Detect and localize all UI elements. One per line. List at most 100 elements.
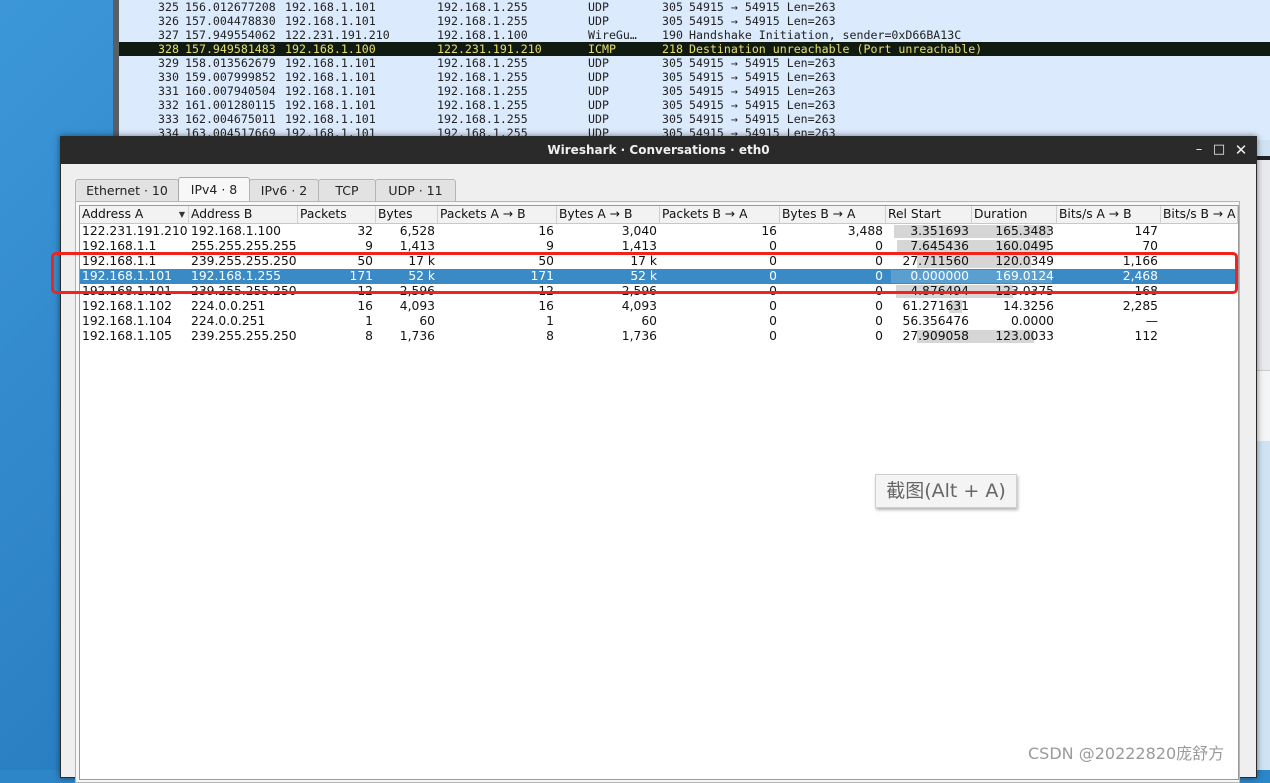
cell-addr-b: 239.255.255.250: [189, 254, 298, 269]
packet-row[interactable]: 332 161.001280115 192.168.1.101 192.168.1.2…: [119, 98, 1270, 112]
table-row[interactable]: 192.168.1.104 224.0.0.251 1 60 1 60 0 0 56.35647…: [80, 314, 1238, 329]
packet-row[interactable]: 329 158.013562679 192.168.1.101 192.168.1.2…: [119, 56, 1270, 70]
tab-tcp[interactable]: TCP: [318, 179, 376, 202]
packet-row[interactable]: 333 162.004675011 192.168.1.101 192.168.1.2…: [119, 112, 1270, 126]
cell-bytes-ab: 1,736: [557, 329, 660, 344]
column-header-bps-ba[interactable]: Bits/s B → A: [1161, 206, 1238, 223]
packet-proto: UDP: [588, 56, 609, 70]
cell-duration: 169.0124: [972, 269, 1057, 284]
cell-text: 192.168.1.1: [82, 239, 157, 253]
packet-row[interactable]: 326 157.004478830 192.168.1.101 192.168.1.2…: [119, 14, 1270, 28]
cell-addr-b: 255.255.255.255: [189, 239, 298, 254]
table-row[interactable]: 192.168.1.1 255.255.255.255 9 1,413 9 1,413 0 0…: [80, 239, 1238, 254]
packet-dst: 192.168.1.255: [437, 14, 528, 28]
tab-udp[interactable]: UDP · 11: [375, 179, 456, 202]
cell-text: 224.0.0.251: [191, 314, 266, 328]
packet-len: 305: [662, 0, 683, 14]
packet-dst: 192.168.1.255: [437, 98, 528, 112]
cell-text: 0: [875, 329, 883, 343]
tab-ipv4[interactable]: IPv4 · 8: [178, 177, 250, 203]
cell-pkts-ba: 16: [660, 224, 780, 239]
column-header-bytes-ab[interactable]: Bytes A → B: [557, 206, 660, 223]
packet-proto: UDP: [588, 0, 609, 14]
cell-bytes-ba: 3,488: [780, 224, 886, 239]
column-header-pkts-ba[interactable]: Packets B → A: [660, 206, 780, 223]
background-panel-lower: [1255, 370, 1270, 441]
cell-text: 50: [538, 254, 554, 268]
column-header-packets[interactable]: Packets: [298, 206, 376, 223]
column-header-label: Address A: [82, 207, 144, 221]
cell-pkts-ba: 0: [660, 299, 780, 314]
column-header-addr-b[interactable]: Address B: [189, 206, 298, 223]
column-header-bytes-ba[interactable]: Bytes B → A: [780, 206, 886, 223]
packet-no: 329: [158, 56, 179, 70]
cell-text: 3,040: [621, 224, 657, 238]
dialog-titlebar[interactable]: Wireshark · Conversations · eth0 – □ ✕: [61, 137, 1256, 164]
cell-text: 1,166: [1122, 254, 1158, 268]
cell-bytes-ba: 0: [780, 314, 886, 329]
cell-text: 1,736: [399, 329, 435, 343]
cell-addr-a: 192.168.1.102: [80, 299, 189, 314]
packet-src: 122.231.191.210: [285, 28, 390, 42]
cell-packets: 50: [298, 254, 376, 269]
cell-text: 3,488: [847, 224, 883, 238]
table-row[interactable]: 192.168.1.101 239.255.255.250 12 2,596 12 2,5…: [80, 284, 1238, 299]
cell-text: 17 k: [408, 254, 435, 268]
column-header-bytes[interactable]: Bytes: [376, 206, 438, 223]
packet-src: 192.168.1.101: [285, 84, 376, 98]
cell-bps-ab: —: [1057, 314, 1161, 329]
column-header-rel-start[interactable]: Rel Start: [886, 206, 972, 223]
column-header-duration[interactable]: Duration: [972, 206, 1057, 223]
tab-ipv6[interactable]: IPv6 · 2: [249, 179, 319, 202]
maximize-icon[interactable]: □: [1210, 141, 1228, 159]
cell-text: 1,413: [399, 239, 435, 253]
conversations-table[interactable]: Address A ▼ Address B Packets Bytes Packets A…: [79, 205, 1239, 780]
cell-text: 171: [530, 269, 554, 283]
cell-rel-start: 27.909058: [886, 329, 972, 344]
packet-row[interactable]: 327 157.949554062 122.231.191.210 192.168.1…: [119, 28, 1270, 42]
table-row[interactable]: 122.231.191.210 192.168.1.100 32 6,528 16 3,0…: [80, 224, 1238, 239]
cell-text: 0.000000: [910, 269, 969, 283]
cell-bytes: 52 k: [376, 269, 438, 284]
column-header-pkts-ab[interactable]: Packets A → B: [438, 206, 557, 223]
cell-text: 1,413: [621, 239, 657, 253]
column-header-label: Packets A → B: [440, 207, 526, 221]
column-header-label: Bytes A → B: [559, 207, 633, 221]
packet-dst: 192.168.1.100: [437, 28, 528, 42]
cell-bps-ba: [1161, 269, 1238, 284]
packet-src: 192.168.1.101: [285, 112, 376, 126]
cell-bytes-ba: 0: [780, 299, 886, 314]
table-row[interactable]: 192.168.1.105 239.255.255.250 8 1,736 8 1,736…: [80, 329, 1238, 344]
table-row[interactable]: 192.168.1.1 239.255.255.250 50 17 k 50 17 k 0 0…: [80, 254, 1238, 269]
tab-panel: Address A ▼ Address B Packets Bytes Packets A…: [75, 201, 1240, 783]
packet-row[interactable]: 331 160.007940504 192.168.1.101 192.168.1.2…: [119, 84, 1270, 98]
minimize-icon[interactable]: –: [1190, 141, 1208, 159]
tab-ethernet[interactable]: Ethernet · 10: [75, 179, 179, 202]
conversations-dialog: Wireshark · Conversations · eth0 – □ ✕ E…: [60, 136, 1257, 783]
table-row[interactable]: 192.168.1.102 224.0.0.251 16 4,093 16 4,093 0 0…: [80, 299, 1238, 314]
table-row[interactable]: 192.168.1.101 192.168.1.255 171 52 k 171 52 k…: [80, 269, 1238, 284]
packet-time: 162.004675011: [185, 112, 276, 126]
packet-time: 158.013562679: [185, 56, 276, 70]
cell-text: 52 k: [630, 269, 657, 283]
cell-packets: 32: [298, 224, 376, 239]
packet-list[interactable]: 325 156.012677208 192.168.1.101 192.168.1.2…: [119, 0, 1270, 140]
cell-duration: 14.3256: [972, 299, 1057, 314]
packet-info: 54915 → 54915 Len=263: [689, 0, 836, 14]
close-icon[interactable]: ✕: [1232, 141, 1250, 159]
cell-text: 0: [875, 269, 883, 283]
cell-text: 14.3256: [1003, 299, 1054, 313]
packet-row[interactable]: 325 156.012677208 192.168.1.101 192.168.1.2…: [119, 0, 1270, 14]
packet-info: 54915 → 54915 Len=263: [689, 84, 836, 98]
packet-row[interactable]: 328 157.949581483 192.168.1.100 122.231.191…: [119, 42, 1270, 56]
column-header-addr-a[interactable]: Address A ▼: [80, 206, 189, 223]
packet-proto: UDP: [588, 84, 609, 98]
packet-src: 192.168.1.101: [285, 56, 376, 70]
cell-text: 0: [769, 269, 777, 283]
packet-row[interactable]: 330 159.007999852 192.168.1.101 192.168.1.2…: [119, 70, 1270, 84]
cell-pkts-ab: 8: [438, 329, 557, 344]
cell-bytes-ba: 0: [780, 329, 886, 344]
column-header-bps-ab[interactable]: Bits/s A → B: [1057, 206, 1161, 223]
cell-text: 0: [769, 239, 777, 253]
cell-bps-ab: 1,166: [1057, 254, 1161, 269]
